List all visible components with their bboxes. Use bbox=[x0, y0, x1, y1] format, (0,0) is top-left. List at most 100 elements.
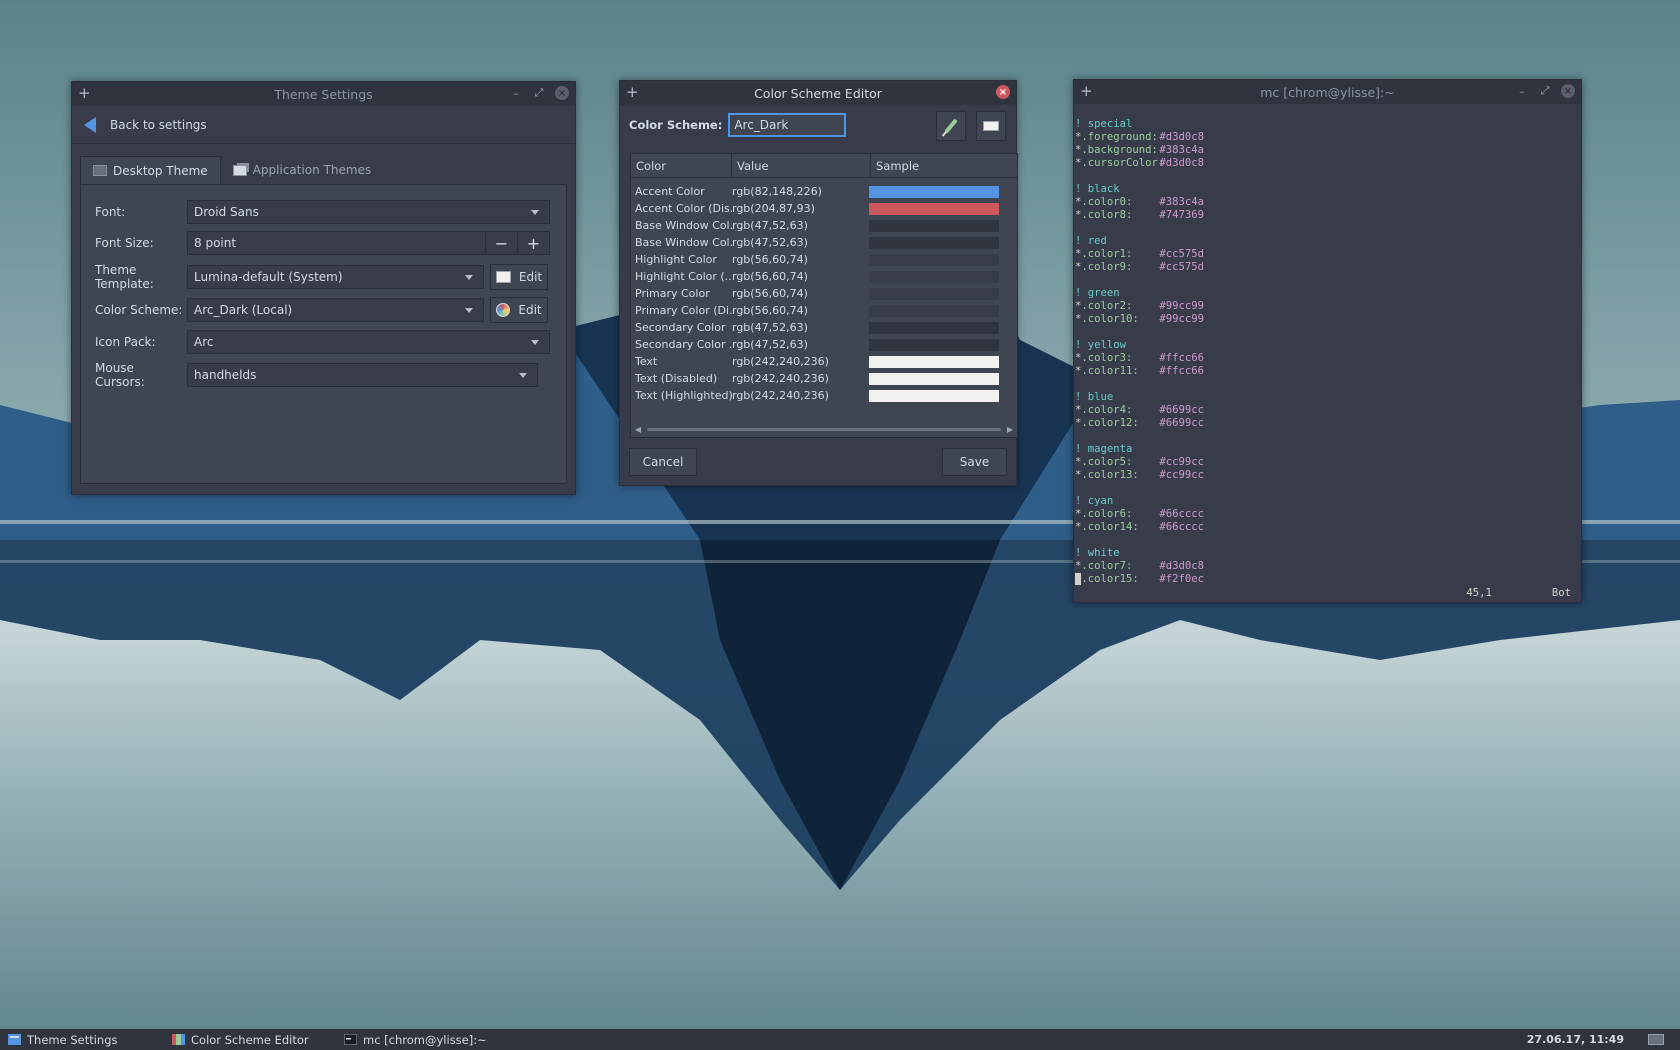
icon-pack-select[interactable]: Arc bbox=[187, 330, 550, 354]
terminal-line: *.color15: #f2f0ec bbox=[1075, 573, 1581, 586]
color-name: Accent Color bbox=[635, 185, 705, 198]
theme-template-select[interactable]: Lumina-default (System) bbox=[187, 265, 484, 289]
resource-key: .color12: bbox=[1081, 417, 1139, 429]
resource-value: #99cc99 bbox=[1159, 300, 1205, 312]
font-select[interactable]: Droid Sans bbox=[187, 200, 550, 224]
chevron-down-icon bbox=[531, 340, 539, 345]
resource-key: .color10: bbox=[1081, 313, 1139, 325]
color-value: rgb(82,148,226) bbox=[732, 185, 822, 198]
color-value: rgb(47,52,63) bbox=[732, 236, 808, 249]
color-value: rgb(242,240,236) bbox=[732, 372, 829, 385]
font-size-input[interactable]: 8 point bbox=[187, 231, 486, 255]
scheme-name-input[interactable]: Arc_Dark bbox=[728, 113, 847, 137]
terminal-line: *.background:#383c4a bbox=[1075, 144, 1581, 157]
cancel-button[interactable]: Cancel bbox=[629, 448, 697, 476]
color-row[interactable]: Highlight Color (... rgb(56,60,74) bbox=[631, 268, 1017, 285]
screen-icon bbox=[983, 121, 999, 131]
column-header-value[interactable]: Value bbox=[732, 154, 871, 177]
color-row[interactable]: Base Window Col... rgb(47,52,63) bbox=[631, 234, 1017, 251]
chevron-down-icon bbox=[531, 210, 539, 215]
color-sample-swatch bbox=[869, 389, 999, 402]
edit-color-button[interactable] bbox=[936, 111, 966, 141]
scroll-right-icon[interactable]: ▶ bbox=[1007, 425, 1013, 434]
edit-color-scheme-button[interactable]: Edit bbox=[490, 297, 548, 323]
scroll-left-icon[interactable]: ◀ bbox=[635, 425, 641, 434]
color-value: rgb(56,60,74) bbox=[732, 270, 808, 283]
column-header-color[interactable]: Color bbox=[631, 154, 732, 177]
save-button[interactable]: Save bbox=[942, 448, 1007, 476]
color-row[interactable]: Base Window Col... rgb(47,52,63) bbox=[631, 217, 1017, 234]
tab-desktop-theme[interactable]: Desktop Theme bbox=[80, 156, 221, 184]
clock[interactable]: 27.06.17, 11:49 bbox=[1527, 1033, 1624, 1046]
task-terminal[interactable]: mc [chrom@ylisse]:~ bbox=[336, 1033, 536, 1047]
maximize-icon[interactable]: ⤢ bbox=[1538, 84, 1552, 98]
task-theme-settings[interactable]: Theme Settings bbox=[0, 1033, 164, 1047]
horizontal-scrollbar[interactable]: ◀ ▶ bbox=[635, 425, 1013, 434]
resource-key: .color9: bbox=[1081, 261, 1133, 273]
resource-value: #ffcc66 bbox=[1159, 352, 1205, 364]
maximize-icon[interactable]: ⤢ bbox=[532, 86, 546, 100]
terminal-line: *.foreground:#d3d0c8 bbox=[1075, 131, 1581, 144]
comment-text: ! blue bbox=[1075, 391, 1114, 403]
color-scheme-select[interactable]: Arc_Dark (Local) bbox=[187, 298, 484, 322]
color-value: rgb(242,240,236) bbox=[732, 389, 829, 402]
tab-application-themes[interactable]: Application Themes bbox=[221, 156, 384, 184]
color-scheme-label: Color Scheme: bbox=[95, 303, 183, 317]
color-rows: Accent Color rgb(82,148,226) Accent Color … bbox=[631, 178, 1017, 404]
mouse-cursors-select[interactable]: handhelds bbox=[187, 363, 538, 387]
resource-key: .color0: bbox=[1081, 196, 1133, 208]
color-row[interactable]: Text (Highlighted) rgb(242,240,236) bbox=[631, 387, 1017, 404]
column-header-sample[interactable]: Sample bbox=[871, 154, 1017, 177]
terminal-line: ! blue bbox=[1075, 391, 1581, 404]
font-size-decrease-button[interactable]: − bbox=[486, 231, 518, 255]
preview-button[interactable] bbox=[976, 111, 1006, 141]
resource-value: #66cccc bbox=[1159, 508, 1205, 520]
terminal-content[interactable]: ! special *.foreground:#d3d0c8 *.backgroun… bbox=[1074, 104, 1581, 602]
color-row[interactable]: Primary Color rgb(56,60,74) bbox=[631, 285, 1017, 302]
show-desktop-icon[interactable] bbox=[1648, 1034, 1664, 1045]
window-menu-icon[interactable]: + bbox=[626, 83, 639, 101]
color-name: Text (Disabled) bbox=[635, 372, 718, 385]
window-menu-icon[interactable]: + bbox=[78, 84, 91, 102]
color-row[interactable]: Accent Color rgb(82,148,226) bbox=[631, 183, 1017, 200]
color-row[interactable]: Secondary Color rgb(47,52,63) bbox=[631, 319, 1017, 336]
task-label: Theme Settings bbox=[27, 1032, 118, 1047]
editor-status-line: 45,1 Bot bbox=[1466, 587, 1571, 600]
color-value: rgb(47,52,63) bbox=[732, 338, 808, 351]
close-icon[interactable]: × bbox=[1561, 84, 1575, 98]
color-name: Primary Color (Di... bbox=[635, 304, 732, 317]
color-row[interactable]: Secondary Color ... rgb(47,52,63) bbox=[631, 336, 1017, 353]
color-row[interactable]: Text (Disabled) rgb(242,240,236) bbox=[631, 370, 1017, 387]
close-icon[interactable]: × bbox=[996, 85, 1010, 99]
color-name: Highlight Color (... bbox=[635, 270, 732, 283]
font-size-increase-button[interactable]: + bbox=[518, 231, 550, 255]
back-to-settings-button[interactable]: Back to settings bbox=[72, 106, 575, 144]
task-color-scheme-editor[interactable]: Color Scheme Editor bbox=[164, 1033, 336, 1047]
minimize-icon[interactable]: – bbox=[509, 86, 523, 100]
color-row[interactable]: Accent Color (Dis... rgb(204,87,93) bbox=[631, 200, 1017, 217]
terminal-titlebar[interactable]: + mc [chrom@ylisse]:~ – ⤢ × bbox=[1074, 80, 1581, 104]
resource-key: .color11: bbox=[1081, 365, 1139, 377]
resource-key: .color15: bbox=[1081, 573, 1139, 585]
desktop-icon bbox=[93, 165, 107, 176]
theme-settings-titlebar[interactable]: + Theme Settings – ⤢ × bbox=[72, 82, 575, 106]
chevron-down-icon bbox=[465, 308, 473, 313]
color-row[interactable]: Highlight Color rgb(56,60,74) bbox=[631, 251, 1017, 268]
close-icon[interactable]: × bbox=[555, 86, 569, 100]
color-editor-titlebar[interactable]: + Color Scheme Editor × bbox=[620, 81, 1016, 105]
minimize-icon[interactable]: – bbox=[1515, 84, 1529, 98]
terminal-line: *.color0: #383c4a bbox=[1075, 196, 1581, 209]
chevron-down-icon bbox=[519, 373, 527, 378]
color-row[interactable]: Primary Color (Di... rgb(56,60,74) bbox=[631, 302, 1017, 319]
edit-theme-template-button[interactable]: Edit bbox=[490, 264, 548, 290]
font-label: Font: bbox=[95, 205, 126, 219]
font-size-value: 8 point bbox=[194, 236, 237, 250]
resource-value: #ffcc66 bbox=[1159, 365, 1205, 377]
task-label: mc [chrom@ylisse]:~ bbox=[363, 1032, 487, 1047]
color-scheme-value: Arc_Dark (Local) bbox=[194, 303, 293, 317]
scrollbar-track[interactable] bbox=[647, 427, 1001, 431]
color-row[interactable]: Text rgb(242,240,236) bbox=[631, 353, 1017, 370]
window-menu-icon[interactable]: + bbox=[1080, 82, 1093, 100]
